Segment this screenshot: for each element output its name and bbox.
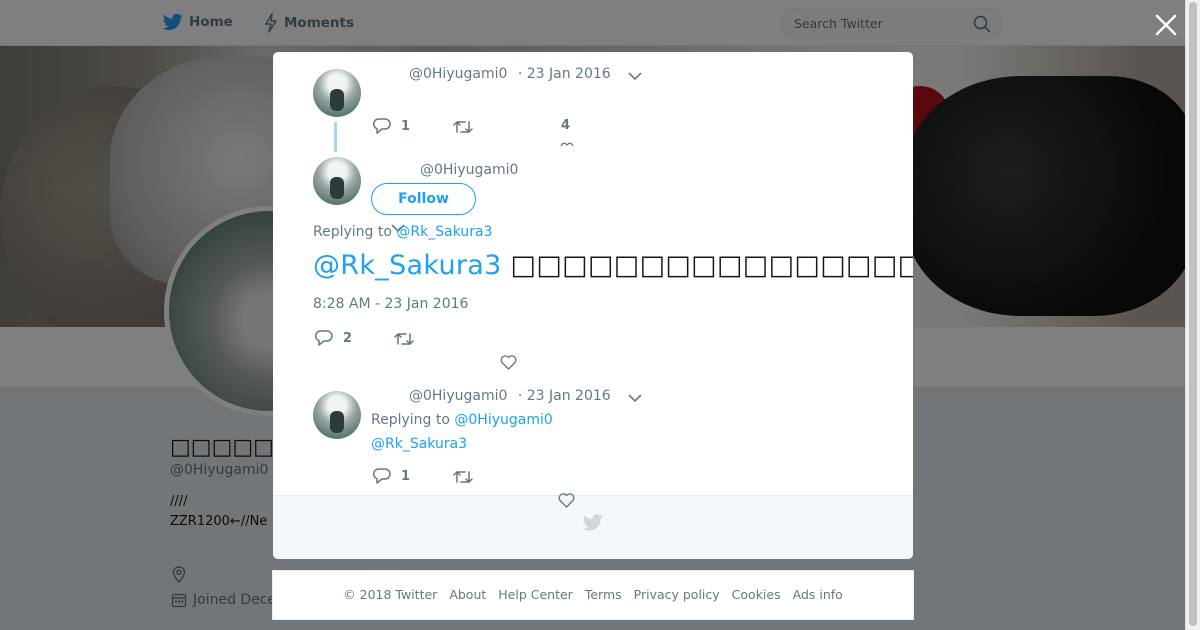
reply-icon <box>373 118 391 134</box>
footer-link-help-center[interactable]: Help Center <box>498 587 573 602</box>
tweet2-avatar[interactable] <box>313 157 361 205</box>
tweet1-heart-icon-partial[interactable] <box>560 141 574 147</box>
tweet3-mention-link[interactable]: @Rk_Sakura3 <box>371 436 467 452</box>
tweet3-reply-action[interactable]: 1 <box>373 468 410 484</box>
footer-link-ads-info[interactable]: Ads info <box>793 587 843 602</box>
footer-copyright: © 2018 Twitter <box>343 587 438 602</box>
tweet2-replying-user-link[interactable]: @Rk_Sakura3 <box>396 224 492 240</box>
tweet1-chevron-down-icon[interactable] <box>628 72 642 81</box>
tweet1-reply-action[interactable]: 1 <box>373 118 410 134</box>
footer-link-about[interactable]: About <box>449 587 486 602</box>
tweet3-replying-user-link[interactable]: @0Hiyugami0 <box>454 412 552 428</box>
tweet2-reply-action[interactable]: 2 <box>315 330 352 346</box>
tweet1-reply-count: 1 <box>401 118 411 134</box>
tweet2-handle[interactable]: @0Hiyugami0 <box>420 162 518 178</box>
reply-icon <box>315 330 333 346</box>
thread-connector-line <box>334 122 337 152</box>
footer-link-privacy[interactable]: Privacy policy <box>634 587 720 602</box>
tweet3-handle[interactable]: @0Hiyugami0 <box>409 388 507 404</box>
tweet2-reply-count: 2 <box>343 330 353 346</box>
tweet3-replying-prefix: Replying to <box>371 412 450 428</box>
tweet3-meta: @0Hiyugami0 · 23 Jan 2016 <box>409 388 611 404</box>
tweet3-reply-count: 1 <box>401 468 411 484</box>
tweet2-retweet-icon[interactable] <box>394 331 414 347</box>
tweet2-replying-to: Replying to @Rk_Sakura3 <box>313 224 492 240</box>
tweet3-retweet-icon[interactable] <box>453 469 473 485</box>
close-icon[interactable] <box>1153 12 1179 38</box>
tweet3-avatar[interactable] <box>313 391 361 439</box>
twitter-bird-icon <box>583 514 603 531</box>
tweet1-retweet-icon[interactable] <box>453 119 473 135</box>
site-footer: © 2018 Twitter About Help Center Terms P… <box>272 570 914 620</box>
page-scrollbar[interactable] <box>1185 0 1200 630</box>
follow-button[interactable]: Follow <box>371 183 476 215</box>
tweet1-like-count: 4 <box>561 118 571 133</box>
reply-icon <box>373 468 391 484</box>
tweet2-body: □□□□□□□□□□□□□□□□□□□□□ <box>510 250 913 281</box>
footer-link-cookies[interactable]: Cookies <box>732 587 781 602</box>
tweet3-date[interactable]: · 23 Jan 2016 <box>518 388 611 404</box>
tweet3-replying-to: Replying to @0Hiyugami0 <box>371 412 553 428</box>
tweet2-replying-prefix: Replying to <box>313 224 392 240</box>
tweet3-heart-icon[interactable] <box>558 493 575 508</box>
modal-footer <box>273 495 913 559</box>
tweet1-like-action[interactable]: 4 <box>561 118 570 133</box>
footer-links: © 2018 Twitter About Help Center Terms P… <box>273 571 913 602</box>
tweet2-heart-icon[interactable] <box>500 355 517 370</box>
tweet-permalink-modal: @0Hiyugami0 · 23 Jan 2016 1 4 @0Hiyugami… <box>273 52 913 559</box>
tweet2-text: @Rk_Sakura3 □□□□□□□□□□□□□□□□□□□□□ <box>313 250 913 281</box>
tweet2-mention-link[interactable]: @Rk_Sakura3 <box>313 250 502 281</box>
tweet1-handle[interactable]: @0Hiyugami0 <box>409 66 507 82</box>
scrollbar-thumb[interactable] <box>1189 2 1197 626</box>
tweet1-date[interactable]: · 23 Jan 2016 <box>518 66 611 82</box>
tweet2-timestamp[interactable]: 8:28 AM - 23 Jan 2016 <box>313 296 468 312</box>
footer-link-terms[interactable]: Terms <box>585 587 622 602</box>
tweet1-avatar[interactable] <box>313 69 361 117</box>
tweet1-meta: @0Hiyugami0 · 23 Jan 2016 <box>409 66 611 82</box>
tweet3-chevron-down-icon[interactable] <box>628 394 642 403</box>
